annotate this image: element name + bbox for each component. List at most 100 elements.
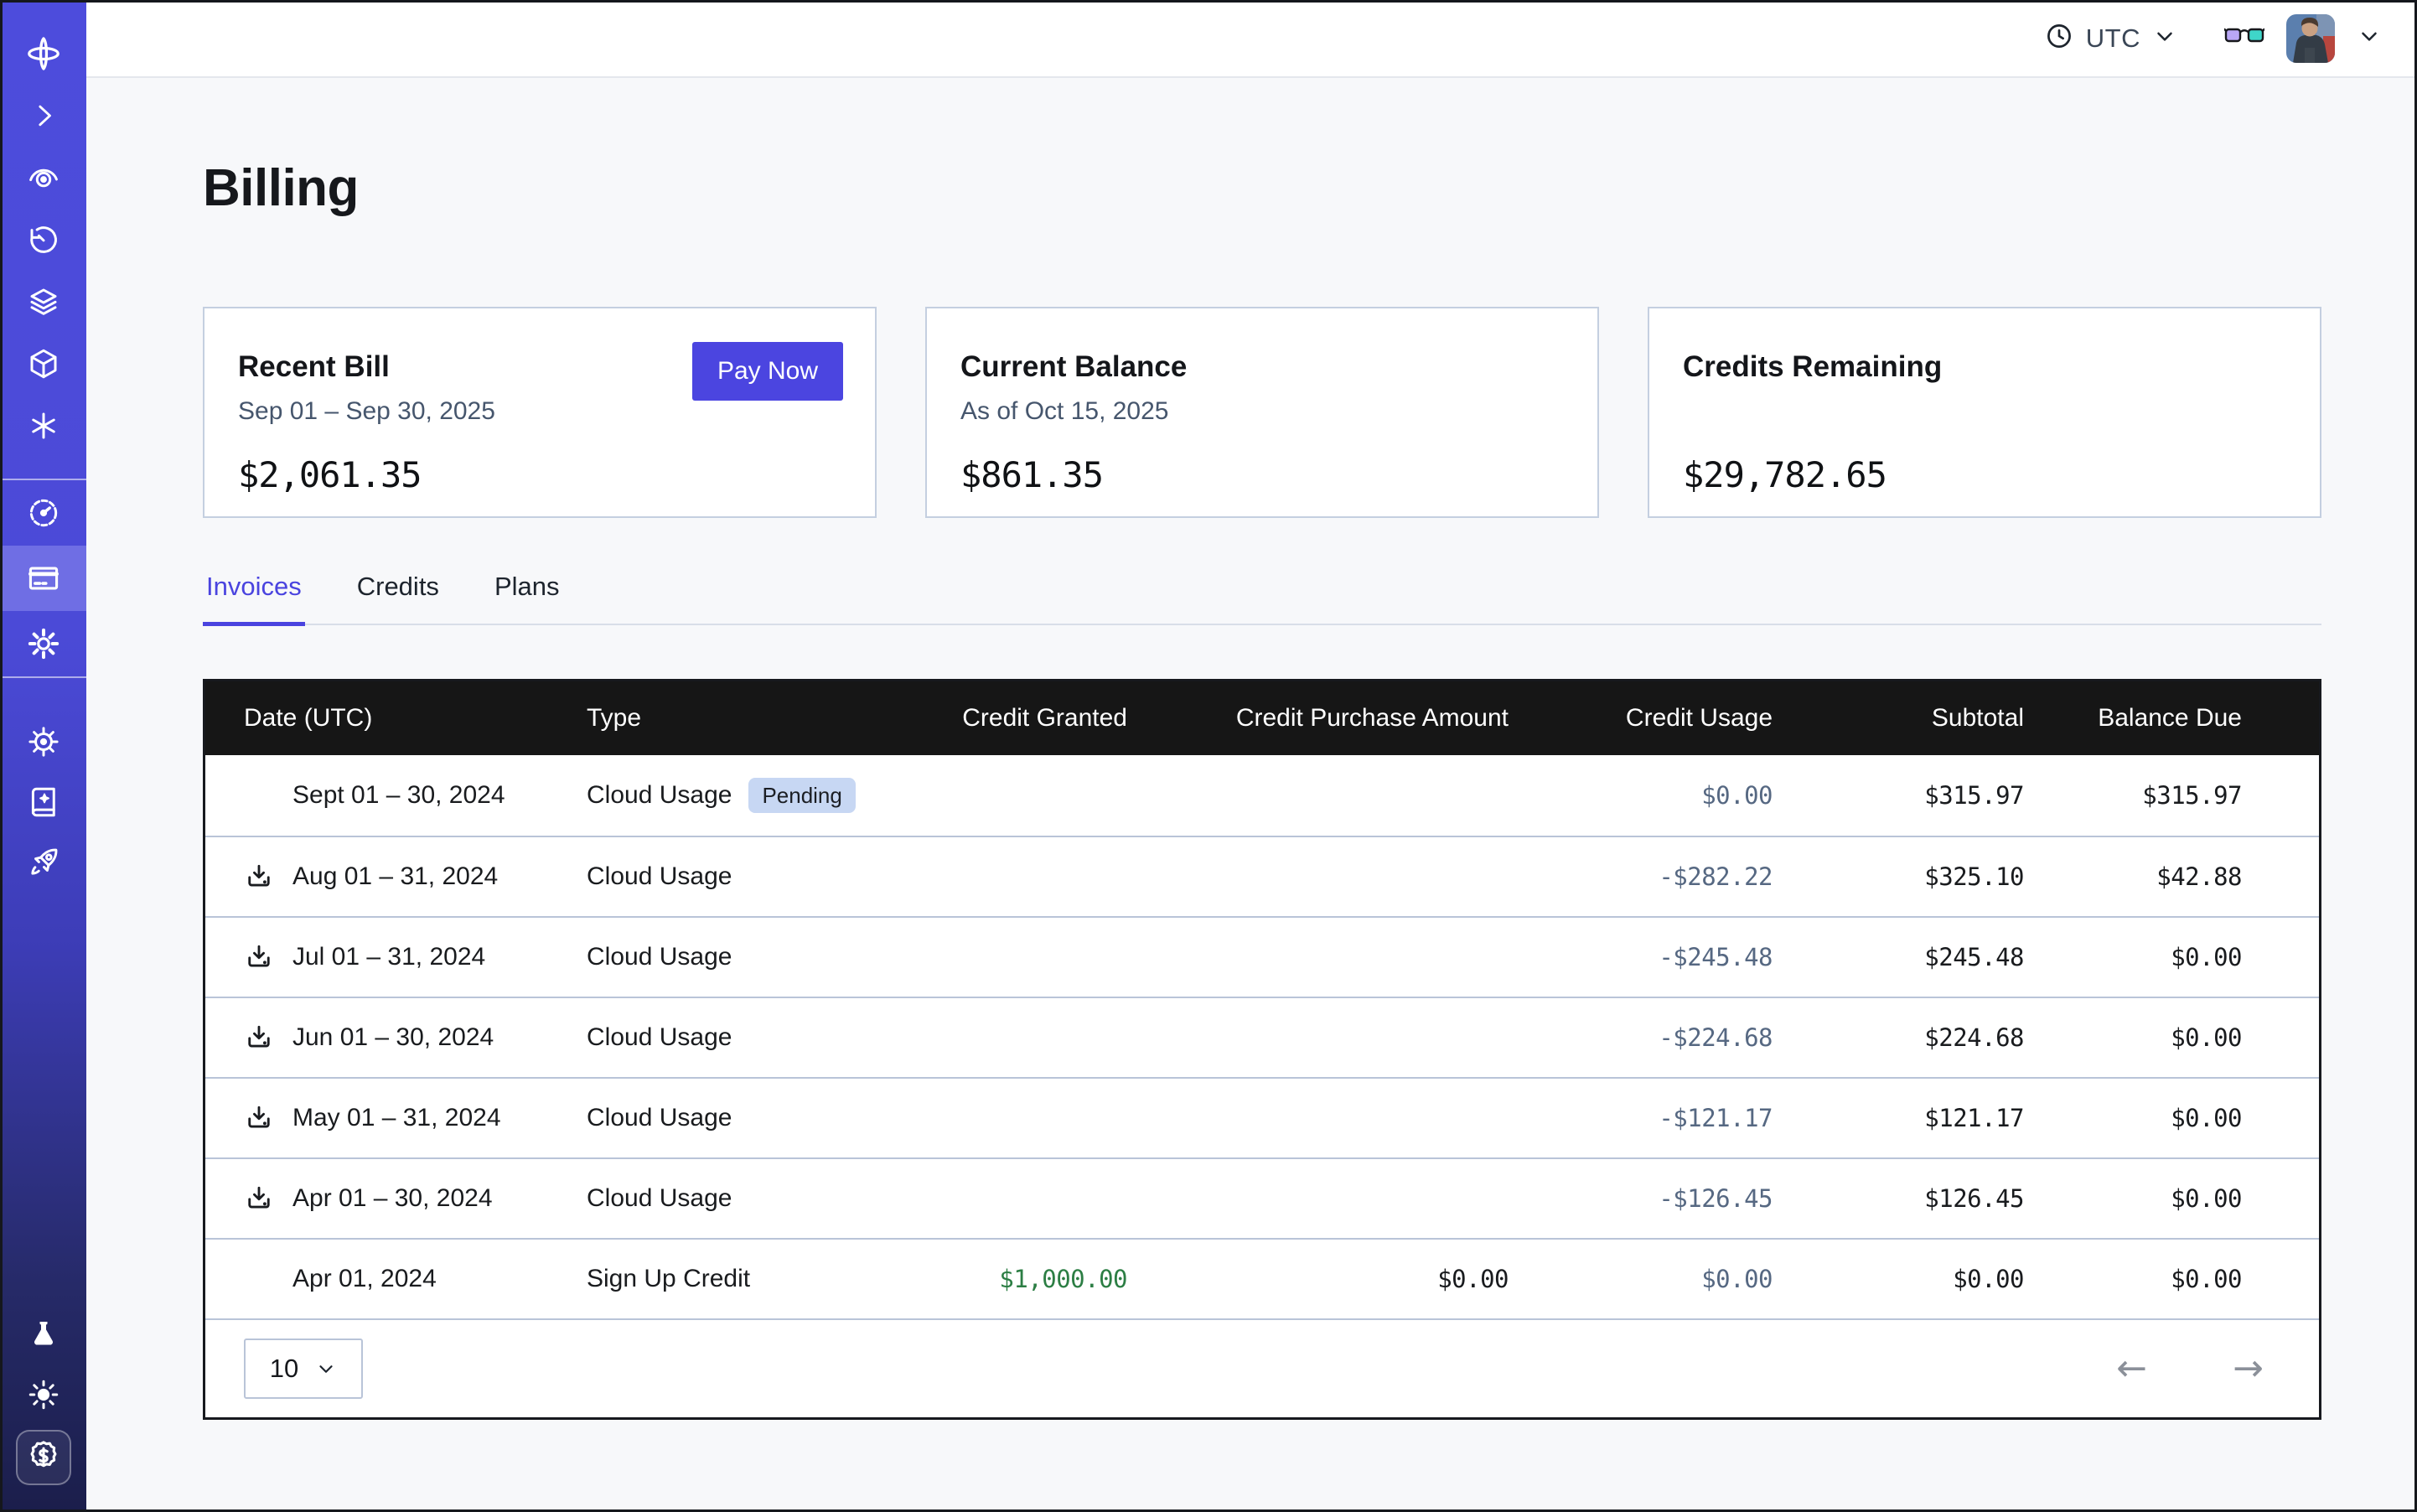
tab-invoices[interactable]: Invoices (203, 572, 305, 626)
invoice-type: Cloud Usage (587, 943, 732, 971)
page-title: Billing (203, 158, 2321, 218)
timezone-selector[interactable]: UTC (2044, 21, 2177, 55)
invoice-date: Apr 01, 2024 (292, 1265, 437, 1293)
gauge-icon (26, 495, 61, 531)
table-row: Apr 01 – 30, 2024Cloud Usage-$126.45$126… (205, 1157, 2319, 1238)
sun-icon (26, 1377, 61, 1412)
download-invoice-button (244, 780, 274, 810)
page-size-value: 10 (270, 1354, 298, 1384)
balance-due-cell: $0.00 (2032, 1265, 2319, 1293)
credit-usage-cell: -$282.22 (1517, 862, 1781, 891)
invoice-type-cell: Cloud Usage (587, 1104, 960, 1132)
chevron-down-icon (315, 1358, 337, 1380)
sidebar-item-helm[interactable] (0, 712, 86, 772)
sidebar-item-book-sparkle[interactable] (0, 772, 86, 832)
balance-due-cell: $42.88 (2032, 862, 2319, 891)
tab-plans[interactable]: Plans (491, 572, 563, 626)
invoice-date: Sept 01 – 30, 2024 (292, 781, 505, 810)
download-invoice-button[interactable] (244, 862, 274, 892)
sidebar (0, 0, 86, 1512)
invoice-type: Cloud Usage (587, 862, 732, 891)
credits-button[interactable] (16, 1430, 71, 1485)
invoice-date: Aug 01 – 31, 2024 (292, 862, 498, 891)
sidebar-item-layers[interactable] (0, 271, 86, 333)
download-invoice-button[interactable] (244, 942, 274, 972)
previous-page-button[interactable]: ← (2116, 1350, 2147, 1387)
sidebar-item-flask[interactable] (0, 1304, 86, 1364)
current-balance-amount: $861.35 (960, 454, 1564, 495)
balance-due-cell: $0.00 (2032, 1023, 2319, 1052)
invoice-type-cell: Cloud Usage (587, 1184, 960, 1213)
page-size-select[interactable]: 10 (244, 1339, 363, 1399)
sidebar-item-logo[interactable] (0, 23, 86, 85)
pay-now-button[interactable]: Pay Now (692, 342, 843, 401)
tab-credits[interactable]: Credits (354, 572, 443, 626)
sidebar-group-low (0, 712, 86, 893)
table-row: Aug 01 – 31, 2024Cloud Usage-$282.22$325… (205, 836, 2319, 916)
card-title: Current Balance (960, 350, 1564, 384)
credit-granted-cell: $1,000.00 (960, 1265, 1136, 1293)
column-header-credit-usage: Credit Usage (1517, 704, 1781, 733)
recent-bill-amount: $2,061.35 (238, 454, 841, 495)
card-subtitle: Sep 01 – Sep 30, 2025 (238, 397, 841, 429)
flask-icon (27, 1318, 60, 1351)
column-header-subtotal: Subtotal (1781, 704, 2032, 733)
helm-icon (26, 724, 61, 759)
subtotal-cell: $121.17 (1781, 1104, 2032, 1132)
credits-remaining-card: Credits Remaining $29,782.65 (1648, 307, 2321, 518)
gear-icon (25, 625, 62, 662)
chevron-down-icon[interactable] (2357, 23, 2382, 53)
subtotal-cell: $126.45 (1781, 1184, 2032, 1213)
glasses-icon[interactable] (2224, 19, 2264, 57)
sidebar-item-gear[interactable] (0, 611, 86, 676)
subtotal-cell: $224.68 (1781, 1023, 2032, 1052)
sidebar-item-timer[interactable] (0, 209, 86, 271)
table-footer: 10 ← → (205, 1318, 2319, 1417)
download-invoice-button[interactable] (244, 1103, 274, 1133)
sidebar-item-chevron-right[interactable] (0, 85, 86, 147)
balance-due-cell: $0.00 (2032, 943, 2319, 971)
user-avatar[interactable] (2286, 14, 2335, 63)
download-invoice-button[interactable] (244, 1023, 274, 1053)
credit-usage-cell: $0.00 (1517, 781, 1781, 810)
current-balance-card: Current Balance As of Oct 15, 2025 $861.… (925, 307, 1599, 518)
balance-due-cell: $0.00 (2032, 1184, 2319, 1213)
credits-remaining-amount: $29,782.65 (1683, 454, 2286, 495)
invoice-date: Jul 01 – 31, 2024 (292, 943, 485, 971)
balance-due-cell: $0.00 (2032, 1104, 2319, 1132)
invoice-date-cell: Apr 01 – 30, 2024 (205, 1183, 587, 1214)
sidebar-item-cube[interactable] (0, 333, 86, 395)
card-subtitle (1683, 397, 2286, 429)
sidebar-item-gauge[interactable] (0, 480, 86, 546)
credit-usage-cell: -$224.68 (1517, 1023, 1781, 1052)
invoice-type-cell: Sign Up Credit (587, 1265, 960, 1293)
invoice-type-cell: Cloud Usage (587, 1023, 960, 1052)
column-header-balance-due: Balance Due (2032, 704, 2319, 733)
table-header: Date (UTC)TypeCredit GrantedCredit Purch… (205, 681, 2319, 755)
layers-icon (26, 284, 61, 319)
logo-icon (24, 34, 63, 73)
sidebar-item-billing-card[interactable] (0, 546, 86, 611)
invoice-type: Cloud Usage (587, 1104, 732, 1132)
invoice-date-cell: Jun 01 – 30, 2024 (205, 1023, 587, 1053)
invoices-table: Date (UTC)TypeCredit GrantedCredit Purch… (203, 679, 2321, 1420)
sidebar-group-bottom (0, 1304, 86, 1512)
table-row: Sept 01 – 30, 2024 Cloud UsagePending $0.0… (205, 755, 2319, 836)
sidebar-item-observe-eye[interactable] (0, 147, 86, 209)
sidebar-item-asterisk[interactable] (0, 395, 86, 457)
invoice-date: Apr 01 – 30, 2024 (292, 1184, 493, 1213)
invoice-type: Cloud Usage (587, 1184, 732, 1213)
balance-due-cell: $315.97 (2032, 781, 2319, 810)
credit-usage-cell: $0.00 (1517, 1265, 1781, 1293)
invoice-type-cell: Cloud UsagePending (587, 778, 960, 813)
billing-tabs: Invoices Credits Plans (203, 572, 2321, 625)
sidebar-item-rocket[interactable] (0, 832, 86, 893)
sidebar-item-sun[interactable] (0, 1364, 86, 1425)
invoice-type: Cloud Usage (587, 781, 732, 810)
credit-usage-cell: -$121.17 (1517, 1104, 1781, 1132)
card-title: Credits Remaining (1683, 350, 2286, 384)
sidebar-divider (0, 676, 86, 678)
download-invoice-button[interactable] (244, 1183, 274, 1214)
next-page-button[interactable]: → (2233, 1350, 2264, 1387)
chevron-right-icon (27, 99, 60, 132)
